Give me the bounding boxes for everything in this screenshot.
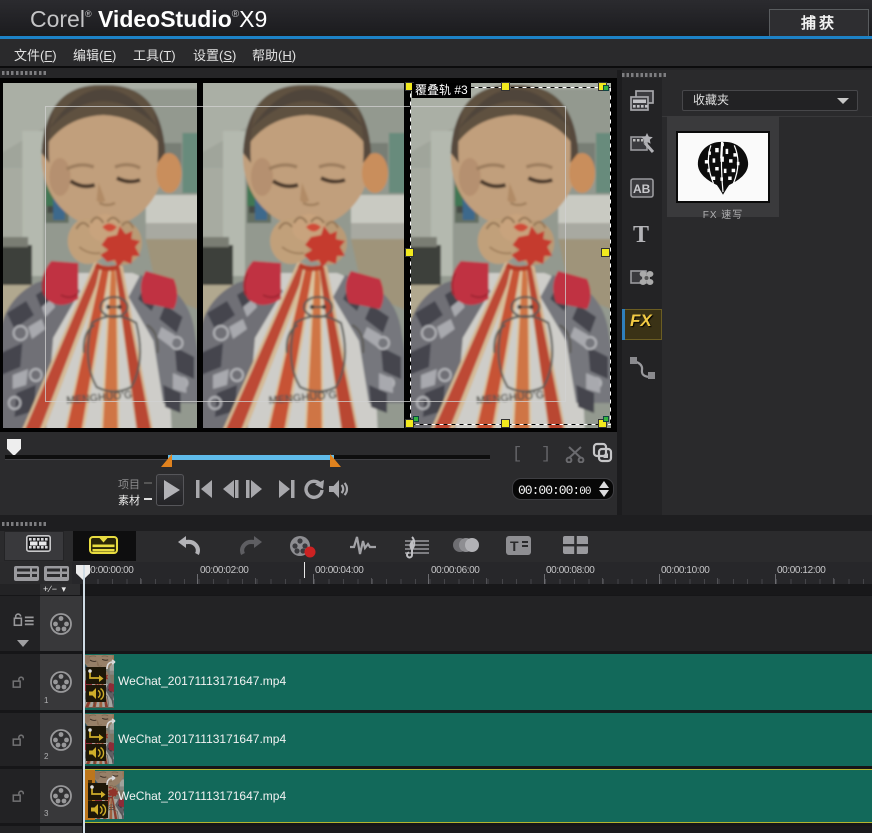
svg-text:T: T: [633, 222, 649, 246]
svg-text:T: T: [510, 538, 519, 554]
svg-text:AB: AB: [633, 182, 651, 196]
